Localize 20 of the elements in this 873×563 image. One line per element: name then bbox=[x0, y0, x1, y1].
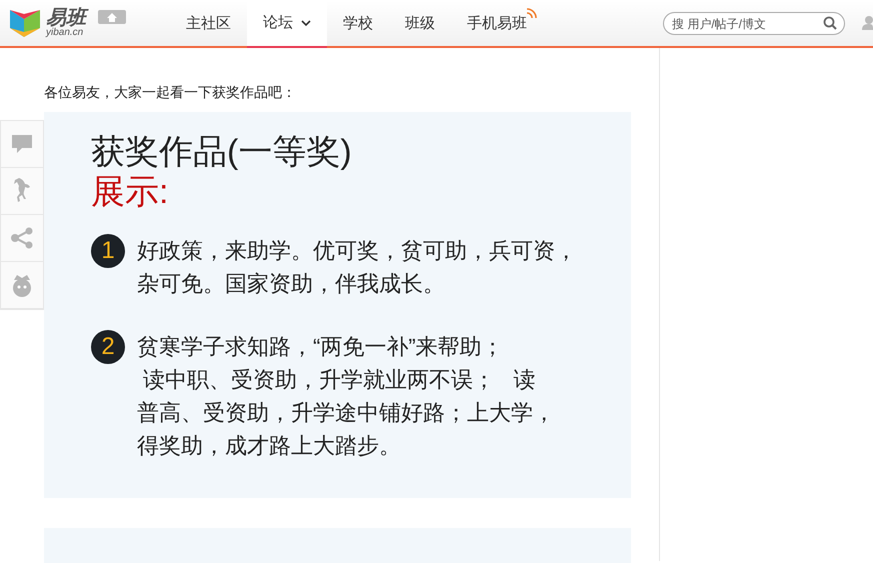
nav-tab[interactable]: 班级 bbox=[389, 0, 451, 48]
nav-tab[interactable]: 主社区 bbox=[170, 0, 247, 48]
search-icon[interactable] bbox=[823, 16, 837, 30]
card-subtitle: 展示: bbox=[91, 172, 170, 212]
nav-tab[interactable]: 学校 bbox=[327, 0, 389, 48]
user-icon[interactable] bbox=[862, 16, 873, 30]
search-field[interactable]: 搜 用户/帖子/博文 bbox=[663, 12, 845, 35]
signal-icon bbox=[526, 8, 537, 19]
nav-tab[interactable]: 手机易班 bbox=[451, 0, 543, 48]
intro-text: 各位易友，大家一起看一下获奖作品吧： bbox=[44, 83, 297, 102]
number-badge: 1 bbox=[91, 234, 125, 268]
caret-icon bbox=[301, 20, 311, 26]
logo-domain: yiban.cn bbox=[46, 28, 84, 38]
mascot-icon bbox=[10, 272, 34, 298]
comment-icon bbox=[10, 133, 34, 155]
card-title: 获奖作品(一等奖) bbox=[91, 132, 353, 172]
number-badge: 2 bbox=[91, 330, 125, 364]
share-icon bbox=[10, 227, 34, 249]
item-text: 好政策，来助学。优可奖，贫可助，兵可资， 杂可免。国家资助，伴我成长。 bbox=[137, 237, 577, 298]
item-text: 贫寒学子求知路，“两免一补”来帮助； 读中职、受资助，升学就业两不误； 读 普高、受资助，升学途中铺好路；上大学， 得奖助，成才路上大踏步。 bbox=[137, 333, 555, 460]
